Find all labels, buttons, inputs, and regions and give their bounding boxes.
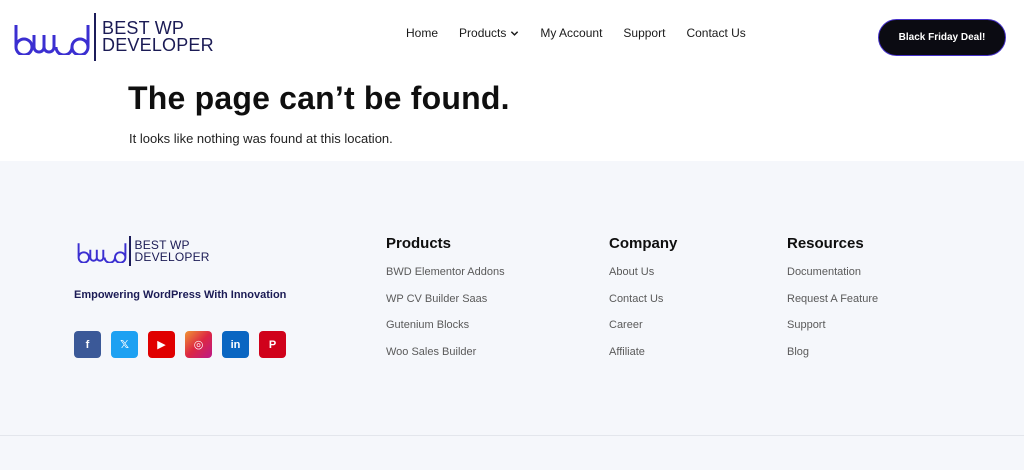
- chevron-down-icon: [511, 30, 519, 36]
- bwd-logo-mark: [14, 25, 90, 55]
- site-header: BEST WP DEVELOPER Home Products My Accou…: [0, 0, 1024, 76]
- footer-link[interactable]: WP CV Builder Saas: [386, 293, 505, 320]
- footer-column-resources: Resources Documentation Request A Featur…: [787, 235, 878, 372]
- logo-text-line2: DEVELOPER: [102, 35, 214, 55]
- footer-column-title: Resources: [787, 235, 864, 252]
- social-links: f 𝕏 ▶ ◎ in P: [74, 331, 286, 358]
- logo-divider: [129, 236, 131, 266]
- page-title: The page can’t be found.: [128, 80, 510, 116]
- nav-support[interactable]: Support: [623, 26, 665, 40]
- facebook-icon[interactable]: f: [74, 331, 101, 358]
- footer-column-products: Products BWD Elementor Addons WP CV Buil…: [386, 235, 505, 372]
- footer-link[interactable]: Career: [609, 319, 677, 346]
- pinterest-icon[interactable]: P: [259, 331, 286, 358]
- footer-link[interactable]: Documentation: [787, 266, 878, 293]
- page-subtitle: It looks like nothing was found at this …: [129, 131, 393, 146]
- logo-text: BEST WP DEVELOPER: [135, 239, 210, 263]
- footer-link[interactable]: BWD Elementor Addons: [386, 266, 505, 293]
- youtube-icon[interactable]: ▶: [148, 331, 175, 358]
- nav-contact-us[interactable]: Contact Us: [686, 26, 745, 40]
- site-footer: BEST WP DEVELOPER Empowering WordPress W…: [0, 161, 1024, 470]
- footer-link[interactable]: Affiliate: [609, 346, 677, 373]
- nav-home-label: Home: [406, 26, 439, 40]
- footer-divider: [0, 435, 1024, 436]
- footer-column-title: Company: [609, 235, 678, 252]
- nav-products-label: Products: [459, 26, 507, 40]
- black-friday-deal-button[interactable]: Black Friday Deal!: [878, 19, 1006, 56]
- nav-home[interactable]: Home: [406, 26, 438, 40]
- footer-logo[interactable]: BEST WP DEVELOPER: [76, 236, 210, 266]
- logo-text: BEST WP DEVELOPER: [102, 19, 214, 55]
- footer-link[interactable]: Support: [787, 319, 878, 346]
- footer-link[interactable]: Blog: [787, 346, 878, 373]
- page: BEST WP DEVELOPER Home Products My Accou…: [0, 0, 1024, 470]
- bwd-logo-mark: [77, 243, 127, 263]
- nav-contact-us-label: Contact Us: [686, 26, 746, 40]
- instagram-icon[interactable]: ◎: [185, 331, 212, 358]
- main-nav: Home Products My Account Support Contact…: [406, 26, 767, 40]
- nav-products[interactable]: Products: [459, 26, 519, 40]
- footer-link[interactable]: Gutenium Blocks: [386, 319, 505, 346]
- nav-my-account-label: My Account: [540, 26, 603, 40]
- footer-link[interactable]: Woo Sales Builder: [386, 346, 505, 373]
- nav-my-account[interactable]: My Account: [540, 26, 602, 40]
- linkedin-icon[interactable]: in: [222, 331, 249, 358]
- footer-column-title: Products: [386, 235, 452, 252]
- nav-support-label: Support: [623, 26, 666, 40]
- footer-link[interactable]: Contact Us: [609, 293, 677, 320]
- footer-column-company: Company About Us Contact Us Career Affil…: [609, 235, 677, 372]
- footer-link[interactable]: About Us: [609, 266, 677, 293]
- x-twitter-icon[interactable]: 𝕏: [111, 331, 138, 358]
- logo-text-line2: DEVELOPER: [134, 250, 210, 264]
- footer-link[interactable]: Request A Feature: [787, 293, 878, 320]
- site-logo[interactable]: BEST WP DEVELOPER: [12, 12, 214, 62]
- logo-divider: [94, 13, 96, 61]
- footer-tagline: Empowering WordPress With Innovation: [74, 289, 287, 301]
